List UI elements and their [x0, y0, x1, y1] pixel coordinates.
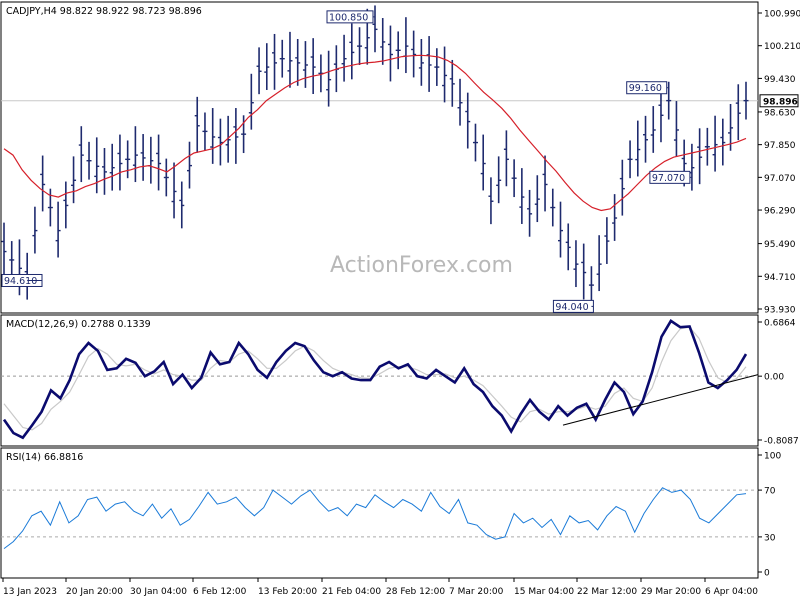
price-annotation: 94.040: [552, 299, 594, 313]
rsi-tick-label: 30: [764, 533, 776, 543]
macd-tick-label: 0.6864: [764, 319, 796, 329]
x-tick-label: 30 Jan 04:00: [130, 587, 187, 597]
price-title: CADJPY,H4 98.822 98.922 98.723 98.896: [6, 6, 202, 17]
macd-tick-label: -0.8087: [764, 437, 799, 447]
macd-tick-label: 0.00: [764, 373, 784, 383]
price-tick-label: 94.710: [764, 273, 796, 283]
rsi-title: RSI(14) 66.8816: [6, 452, 83, 463]
rsi-tick-label: 70: [764, 487, 776, 497]
chart-window: ActionForex.com 100.850 99.160 97.070 94.61…: [0, 0, 800, 600]
macd-title: MACD(12,26,9) 0.2788 0.1339: [6, 319, 151, 330]
price-annotation: 100.850: [326, 10, 375, 24]
annotation-label: 97.070: [652, 173, 685, 184]
x-tick-label: 21 Feb 04:00: [322, 587, 381, 597]
price-tick-label: 96.290: [764, 207, 796, 217]
x-tick-label: 6 Feb 12:00: [193, 587, 247, 597]
x-tick-label: 7 Mar 20:00: [449, 587, 504, 597]
annotation-label: 94.040: [555, 302, 588, 313]
price-annotation: 94.610: [1, 273, 43, 287]
price-tick-label: 97.850: [764, 141, 796, 151]
rsi-tick-label: 0: [764, 569, 770, 579]
x-tick-label: 15 Mar 04:00: [514, 587, 574, 597]
price-tick-label: 100.990: [764, 10, 800, 20]
rsi-tick-label: 100: [764, 452, 781, 462]
macd-panel: [0, 314, 759, 447]
y-axis-labels: 100.990 100.210 99.430 98.630 97.850 97.070 96…: [758, 10, 800, 579]
annotation-label: 99.160: [629, 83, 662, 94]
annotation-label: 94.610: [4, 276, 37, 287]
x-tick-label: 29 Mar 20:00: [641, 587, 701, 597]
price-tick-label: 99.430: [764, 75, 796, 85]
x-tick-label: 13 Feb 20:00: [258, 587, 317, 597]
x-tick-label: 6 Apr 04:00: [705, 587, 758, 597]
x-tick-label: 28 Feb 12:00: [386, 587, 445, 597]
chart-canvas: ActionForex.com 100.850 99.160 97.070 94.61…: [0, 1, 800, 597]
price-tick-label: 97.070: [764, 174, 796, 184]
price-tick-label: 100.210: [764, 42, 800, 52]
price-annotation: 97.070: [649, 170, 692, 184]
price-annotation: 99.160: [626, 81, 669, 95]
current-price-label: 98.896: [763, 97, 798, 107]
x-tick-label: 22 Mar 12:00: [577, 587, 637, 597]
price-tick-label: 95.490: [764, 240, 796, 250]
x-axis-labels: 13 Jan 2023 20 Jan 20:00 30 Jan 04:00 6 Feb…: [2, 578, 758, 597]
annotation-label: 100.850: [329, 12, 368, 23]
x-tick-label: 20 Jan 20:00: [66, 587, 123, 597]
watermark: ActionForex.com: [330, 253, 513, 278]
price-tick-label: 93.930: [764, 306, 796, 316]
x-tick-label: 13 Jan 2023: [3, 587, 57, 597]
price-tick-label: 98.630: [764, 108, 796, 118]
